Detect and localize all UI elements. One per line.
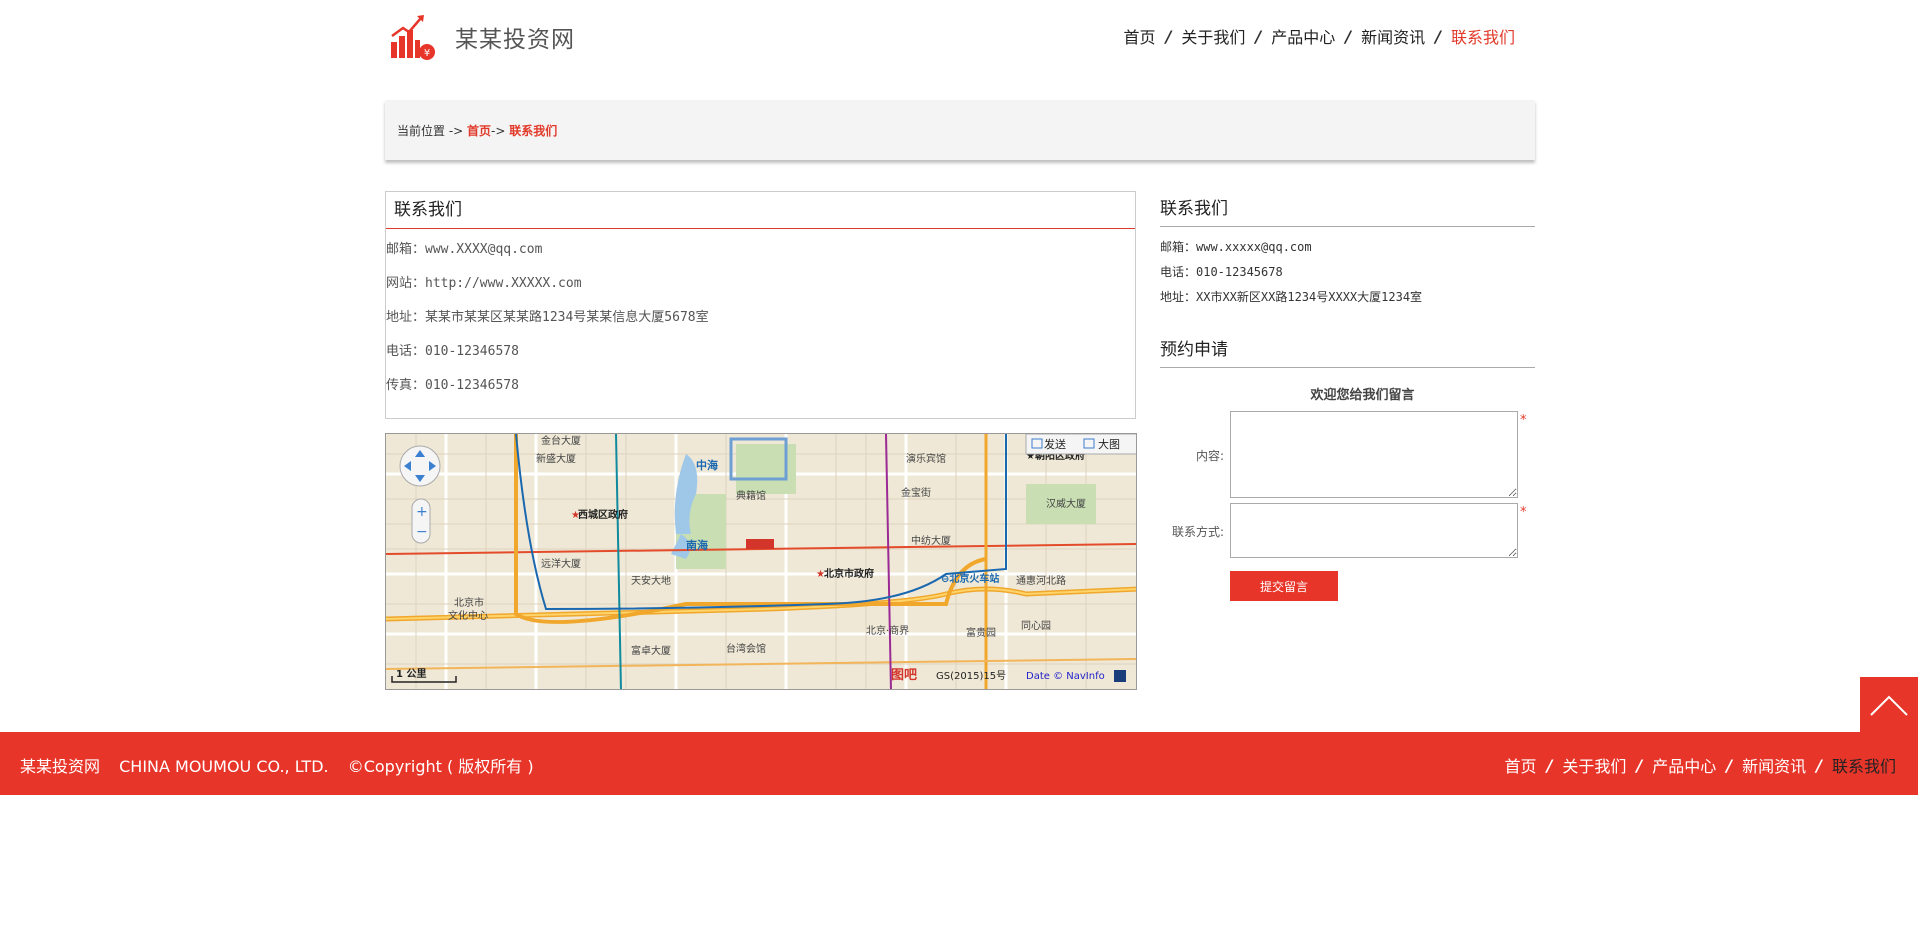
site-logo[interactable]: ¥ 某某投资网: [389, 12, 575, 62]
contact-method-row: 联系方式: *: [1160, 503, 1535, 559]
required-mark: *: [1520, 413, 1527, 428]
map-label: 远洋大厦: [541, 557, 581, 570]
panel-title: 联系我们: [386, 192, 1135, 229]
map-copyright: GS(2015)15号: [936, 670, 1006, 682]
nav-separator: /: [1165, 26, 1172, 46]
sidebar-contact-title: 联系我们: [1160, 191, 1535, 227]
sidebar-email: 邮箱：www.xxxxx@qq.com: [1160, 240, 1312, 254]
contact-phone: 电话：010-12346578: [386, 344, 519, 359]
contact-address: 地址：某某市某某区某某路1234号某某信息大厦5678室: [386, 310, 709, 325]
breadcrumb-prefix: 当前位置 ->: [397, 124, 464, 138]
location-map[interactable]: ★ 西城区政府 ★ 北京市政府 ⊖北京火车站 ★朝阳区政府 金台大厦 新盛大厦 …: [385, 433, 1137, 690]
footer-nav-contact[interactable]: 联系我们: [1832, 753, 1896, 777]
site-name: 某某投资网: [455, 27, 575, 53]
footer-nav: 首页 / 关于我们 / 产品中心 / 新闻资讯 / 联系我们: [1505, 753, 1896, 777]
map-label: 富贵园: [966, 626, 996, 639]
map-label: 典籍馆: [736, 489, 766, 502]
map-label: 新盛大厦: [536, 452, 576, 465]
map-label: 天安大地: [631, 574, 671, 587]
contact-info-panel: 联系我们 邮箱：www.XXXX@qq.com 网站：http://www.XX…: [385, 191, 1136, 419]
content-row: 内容: *: [1160, 411, 1535, 499]
required-mark: *: [1520, 505, 1527, 520]
map-label: 通惠河北路: [1016, 574, 1066, 587]
map-canvas[interactable]: ★ 西城区政府 ★ 北京市政府 ⊖北京火车站 ★朝阳区政府 金台大厦 新盛大厦 …: [386, 434, 1137, 690]
contact-email: 邮箱：www.XXXX@qq.com: [386, 242, 543, 257]
sidebar: 联系我们 邮箱：www.xxxxx@qq.com 电话：010-12345678…: [1160, 191, 1535, 611]
map-label: 富卓大厦: [631, 644, 671, 657]
footer-copyright-text: ©Copyright ( 版权所有 ): [347, 757, 534, 776]
footer-nav-news[interactable]: 新闻资讯: [1742, 753, 1806, 777]
sidebar-phone: 电话：010-12345678: [1160, 265, 1283, 279]
sidebar-address: 地址：XX市XX新区XX路1234号XXXX大厦1234室: [1160, 290, 1423, 304]
submit-message-button[interactable]: 提交留言: [1230, 571, 1338, 601]
site-footer: 某某投资网 CHINA MOUMOU CO., LTD. ©Copyright …: [0, 732, 1918, 795]
nav-separator: /: [1435, 26, 1441, 46]
map-label: 南海: [686, 538, 708, 552]
map-label: 汉威大厦: [1046, 497, 1086, 510]
map-label: 文化中心: [448, 609, 488, 622]
nav-news[interactable]: 新闻资讯: [1361, 24, 1425, 48]
nav-contact[interactable]: 联系我们: [1451, 24, 1515, 48]
map-label: ⊖北京火车站: [941, 572, 999, 585]
map-label: 西城区政府: [578, 508, 628, 521]
footer-nav-products[interactable]: 产品中心: [1652, 753, 1716, 777]
form-title: 欢迎您给我们留言: [1310, 388, 1415, 403]
map-scale: 1 公里: [396, 668, 426, 680]
nav-home[interactable]: 首页: [1124, 24, 1156, 48]
contact-fax: 传真：010-12346578: [386, 378, 519, 393]
map-label: 中纺大厦: [911, 534, 951, 547]
map-label: 中海: [696, 458, 718, 472]
breadcrumb: 当前位置 -> 首页-> 联系我们: [385, 100, 1535, 160]
map-label: 金宝街: [901, 486, 931, 499]
zoom-in-icon[interactable]: +: [416, 504, 428, 520]
footer-nav-home[interactable]: 首页: [1505, 753, 1537, 777]
map-send-button[interactable]: 发送: [1044, 437, 1066, 451]
footer-company: CHINA MOUMOU CO., LTD.: [119, 757, 329, 776]
nav-about[interactable]: 关于我们: [1181, 24, 1245, 48]
nav-separator: /: [1546, 755, 1553, 775]
map-label: 台湾会馆: [726, 642, 766, 655]
zoom-out-icon[interactable]: −: [416, 524, 428, 540]
breadcrumb-home-link[interactable]: 首页: [467, 124, 491, 138]
footer-copyright: 某某投资网 CHINA MOUMOU CO., LTD. ©Copyright …: [20, 753, 548, 777]
site-header: ¥ 某某投资网 首页 / 关于我们 / 产品中心 / 新闻资讯 / 联系我们: [385, 0, 1535, 100]
contact-website: 网站：http://www.XXXXX.com: [386, 276, 582, 291]
nav-separator: /: [1636, 755, 1643, 775]
nav-separator: /: [1726, 755, 1733, 775]
map-data-credit: Date © NavInfo: [1026, 671, 1105, 682]
map-label: 同心园: [1021, 620, 1051, 632]
back-to-top-button[interactable]: [1860, 677, 1918, 733]
contact-method-label: 联系方式:: [1171, 525, 1224, 539]
message-form: 欢迎您给我们留言 内容: * 联系方式: * 提交留言: [1160, 384, 1535, 611]
contact-list: 邮箱：www.XXXX@qq.com 网站：http://www.XXXXX.c…: [386, 229, 1135, 403]
map-label: 金台大厦: [541, 434, 581, 447]
navinfo-logo-icon: [1114, 670, 1126, 682]
nav-separator: /: [1816, 755, 1822, 775]
map-brand: 图吧: [891, 668, 917, 683]
nav-products[interactable]: 产品中心: [1271, 24, 1335, 48]
booking-title: 预约申请: [1160, 332, 1535, 368]
map-label: 北京市: [454, 596, 484, 609]
breadcrumb-current: 联系我们: [509, 124, 558, 138]
breadcrumb-arrow: ->: [491, 124, 506, 138]
footer-nav-about[interactable]: 关于我们: [1562, 753, 1626, 777]
main-nav: 首页 / 关于我们 / 产品中心 / 新闻资讯 / 联系我们: [1124, 24, 1515, 48]
nav-separator: /: [1345, 26, 1352, 46]
map-label: 演乐宾馆: [906, 452, 946, 465]
map-label: 北京·商界: [866, 624, 909, 637]
map-big-button[interactable]: 大图: [1098, 437, 1120, 451]
content-label: 内容:: [1195, 449, 1224, 463]
map-label: 北京市政府: [824, 567, 874, 580]
svg-text:¥: ¥: [424, 48, 430, 59]
sidebar-contact-info: 邮箱：www.xxxxx@qq.com 电话：010-12345678 地址：X…: [1160, 227, 1535, 310]
content-textarea[interactable]: [1230, 411, 1518, 498]
chevron-up-icon: [1870, 695, 1908, 716]
footer-brand: 某某投资网: [20, 757, 101, 776]
chart-growth-icon: ¥: [391, 15, 435, 60]
contact-method-textarea[interactable]: [1230, 503, 1518, 558]
nav-separator: /: [1255, 26, 1262, 46]
